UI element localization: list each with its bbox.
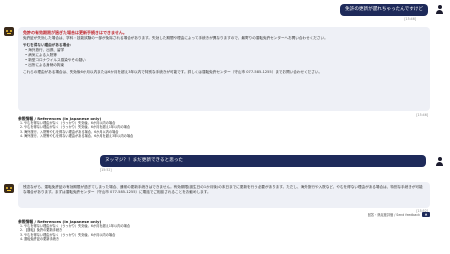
timestamp: [15:46]: [416, 113, 428, 117]
feedback-control: 回答・満足度評価 / Send feedback ▲: [368, 212, 430, 217]
bot-paragraph: これらの理由がある場合は、失効後6か月以内または6か月を超え3年以内で特別な手続…: [23, 70, 323, 74]
bot-message-bubble: 免許の有効期限が過ぎた場合は更新手続きはできません。 免許証が失効した場合は、学…: [18, 27, 430, 111]
references-list: やむを得ない理由がなく（うっかり）失効後、6か月以内の場合 やむを得ない理由がな…: [18, 121, 133, 139]
references-list: やむを得ない理由がなく（うっかり）失効後、6か月を超え1年以内の場合 【運転】免…: [18, 224, 130, 242]
reasons-list: 海外旅行、出張、留学 病気による入院等 新型コロナウイルス感染やその疑い 出所に…: [23, 48, 425, 68]
feedback-label[interactable]: 回答・満足度評価 / Send feedback: [368, 212, 420, 217]
bot-paragraph: 残念ながら、運転免許証の有効期限が過ぎてしまった場合、通常の更新手続きはできませ…: [23, 185, 423, 194]
user-icon: [435, 5, 444, 14]
bot-icon: [4, 27, 14, 37]
bot-message-bubble: 残念ながら、運転免許証の有効期限が過ぎてしまった場合、通常の更新手続きはできませ…: [18, 182, 430, 208]
timestamp: [15:46]: [404, 17, 416, 21]
reference-link[interactable]: 運転免許証の更新手続き: [24, 237, 130, 241]
reference-link[interactable]: 海外旅行、入院等やむを得ない理由がある場合、6か月を超え3年以内の場合: [24, 134, 133, 138]
timestamp: [15:52]: [100, 168, 112, 172]
user-message-text: 免許の更新が遅れちゃったんですけど: [345, 7, 423, 12]
user-message-text: ヌッマジ？！まだ更新できると思った: [105, 158, 184, 163]
list-item: 出所による身柄の拘束: [25, 63, 425, 68]
references: 参照情報 / References (In Japanese only) やむを…: [18, 219, 130, 242]
bot-icon: [4, 184, 14, 194]
user-message-bubble: 免許の更新が遅れちゃったんですけど: [340, 4, 428, 16]
references: 参照情報 / References (In Japanese only) やむを…: [18, 116, 133, 139]
thumbs-up-icon[interactable]: ▲: [422, 212, 430, 217]
user-message-bubble: ヌッマジ？！まだ更新できると思った: [100, 155, 426, 167]
warning-heading: 免許の有効期限が過ぎた場合は更新手続きはできません。: [23, 30, 127, 35]
user-icon: [435, 157, 444, 166]
bot-paragraph: 免許証が失効した場合は、学科・技能試験の一部が免除される場合があります。失効した…: [23, 36, 328, 40]
